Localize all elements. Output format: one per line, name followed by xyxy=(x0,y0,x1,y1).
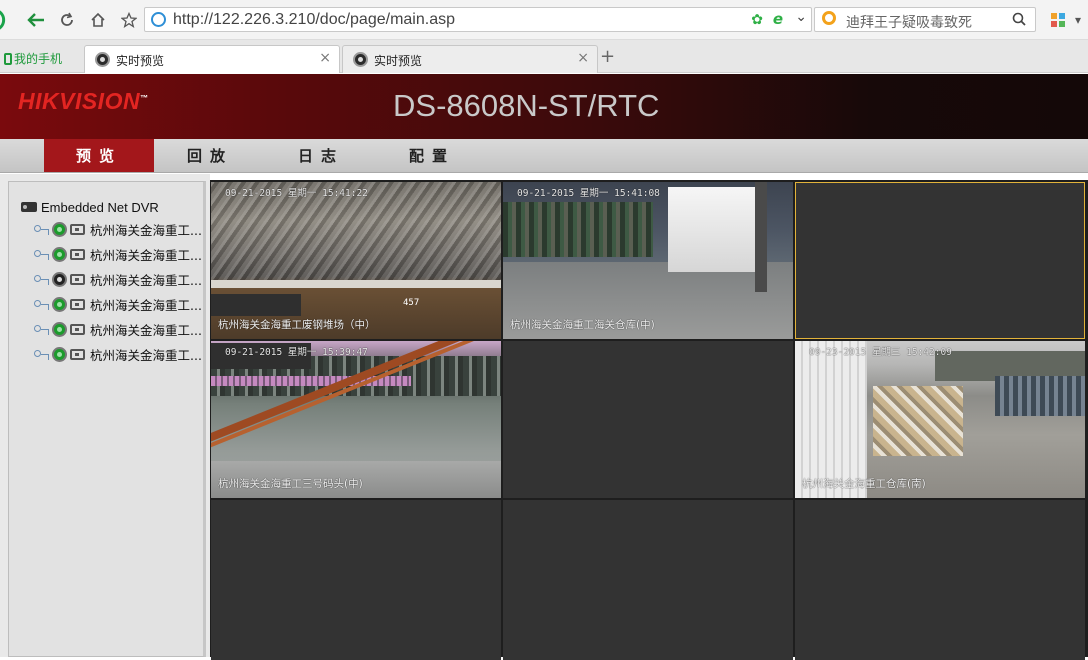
menu-preview[interactable]: 预览 xyxy=(44,139,154,172)
channel-label: 杭州海关金海重工... xyxy=(90,347,202,363)
site-globe-icon xyxy=(151,12,166,27)
search-icon[interactable] xyxy=(1012,11,1026,30)
search-input[interactable]: 迪拜王子疑吸毒致死 xyxy=(846,12,972,32)
channel-item[interactable]: 杭州海关金海重工... xyxy=(33,320,202,338)
tab-label: 实时预览 xyxy=(116,54,165,68)
video-cell-1[interactable]: 09-21-2015 星期一 15:41:22 457 杭州海关金海重工废钢堆场… xyxy=(211,182,501,339)
live-camera-icon[interactable] xyxy=(52,346,67,362)
main-menu: 预览 回放 日志 配置 xyxy=(0,139,1088,173)
osd-camera-name: 杭州海关金海重工海关仓库(中) xyxy=(510,319,655,331)
dropdown-chevron-icon[interactable]: ⌄ xyxy=(795,9,807,25)
bookmark-star-icon[interactable] xyxy=(117,8,141,32)
app-header: HIKVISION™ DS-8608N-ST/RTC xyxy=(0,74,1088,139)
channel-item[interactable]: 杭州海关金海重工... xyxy=(33,220,202,238)
device-tree: Embedded Net DVR 杭州海关金海重工... 杭州海关金海重工...… xyxy=(8,181,206,657)
tab-close-icon[interactable]: × xyxy=(319,50,331,66)
home-icon[interactable] xyxy=(86,8,110,32)
video-cell-3-selected[interactable] xyxy=(795,182,1085,339)
record-icon[interactable] xyxy=(70,248,85,260)
refresh-green-icon[interactable]: ✿ xyxy=(751,12,763,28)
menu-config[interactable]: 配置 xyxy=(377,139,487,172)
osd-camera-name: 杭州海关金海重工废钢堆场（中） xyxy=(218,319,376,331)
channel-label: 杭州海关金海重工... xyxy=(90,247,202,263)
privacy-mask xyxy=(211,294,301,316)
osd-timestamp: 09-21-2015 星期一 15:41:08 xyxy=(517,188,660,199)
connection-icon xyxy=(33,248,49,260)
channel-label: 杭州海关金海重工... xyxy=(90,322,202,338)
channel-item[interactable]: 杭州海关金海重工... xyxy=(33,345,202,363)
connection-icon xyxy=(33,348,49,360)
menu-log[interactable]: 日志 xyxy=(266,139,376,172)
osd-timestamp: 09-23-2015 星期三 15:42:09 xyxy=(809,347,952,358)
tab-live-preview-active[interactable]: 实时预览 × xyxy=(84,45,340,73)
video-cell-9[interactable] xyxy=(795,500,1085,660)
video-cell-5[interactable] xyxy=(503,341,793,498)
browser-toolbar: http://122.226.3.210/doc/page/main.asp ✿… xyxy=(0,0,1088,40)
live-camera-icon[interactable] xyxy=(52,321,67,337)
video-cell-4[interactable]: 09-21-2015 星期一 15:39:47 杭州海关金海重工三号码头(中) xyxy=(211,341,501,498)
osd-camera-name: 杭州海关金海重工仓库(南) xyxy=(802,478,926,490)
tab-bar: 我的手机 实时预览 × 实时预览 × + xyxy=(0,40,1088,73)
video-grid: 09-21-2015 星期一 15:41:22 457 杭州海关金海重工废钢堆场… xyxy=(210,180,1088,660)
channel-item[interactable]: 杭州海关金海重工... xyxy=(33,295,202,313)
idle-camera-icon[interactable] xyxy=(52,271,67,287)
device-model-title: DS-8608N-ST/RTC xyxy=(393,88,660,123)
video-cell-2[interactable]: 09-21-2015 星期一 15:41:08 杭州海关金海重工海关仓库(中) xyxy=(503,182,793,339)
device-panel: Embedded Net DVR 杭州海关金海重工... 杭州海关金海重工...… xyxy=(0,174,210,657)
search-box[interactable]: 迪拜王子疑吸毒致死 xyxy=(814,7,1036,32)
record-icon[interactable] xyxy=(70,348,85,360)
record-icon[interactable] xyxy=(70,298,85,310)
live-camera-icon[interactable] xyxy=(52,246,67,262)
channel-item[interactable]: 杭州海关金海重工... xyxy=(33,245,202,263)
osd-timestamp: 09-21-2015 星期一 15:41:22 xyxy=(225,188,368,199)
video-cell-8[interactable] xyxy=(503,500,793,660)
address-bar[interactable]: http://122.226.3.210/doc/page/main.asp ✿… xyxy=(144,7,812,32)
camera-favicon-icon xyxy=(95,52,110,67)
channel-item[interactable]: 杭州海关金海重工... xyxy=(33,270,202,288)
phone-icon xyxy=(4,53,12,65)
my-phone-link[interactable]: 我的手机 xyxy=(4,50,62,67)
dvr-label: Embedded Net DVR xyxy=(41,199,159,215)
tab-label: 实时预览 xyxy=(374,54,423,68)
record-icon[interactable] xyxy=(70,223,85,235)
camera-favicon-icon xyxy=(353,52,368,67)
live-camera-icon[interactable] xyxy=(52,296,67,312)
tab-live-preview-inactive[interactable]: 实时预览 × xyxy=(342,45,598,73)
compat-mode-icon[interactable]: e xyxy=(773,10,783,28)
osd-timestamp: 09-21-2015 星期一 15:39:47 xyxy=(225,347,368,358)
osd-value: 457 xyxy=(403,298,420,308)
live-camera-icon[interactable] xyxy=(52,221,67,237)
dvr-icon xyxy=(21,202,37,212)
address-url[interactable]: http://122.226.3.210/doc/page/main.asp xyxy=(173,11,455,29)
connection-icon xyxy=(33,273,49,285)
back-arrow-icon[interactable] xyxy=(24,8,48,32)
connection-icon xyxy=(33,298,49,310)
channel-label: 杭州海关金海重工... xyxy=(90,222,202,238)
browser-logo-icon[interactable] xyxy=(0,8,18,32)
record-icon[interactable] xyxy=(70,273,85,285)
video-cell-7[interactable] xyxy=(211,500,501,660)
channel-label: 杭州海关金海重工... xyxy=(90,272,202,288)
osd-camera-name: 杭州海关金海重工三号码头(中) xyxy=(218,478,363,490)
menu-playback[interactable]: 回放 xyxy=(155,139,265,172)
connection-icon xyxy=(33,223,49,235)
menu-chevron-icon[interactable]: ▾ xyxy=(1066,8,1088,32)
my-phone-label: 我的手机 xyxy=(14,52,63,66)
new-tab-button[interactable]: + xyxy=(600,46,615,67)
channel-label: 杭州海关金海重工... xyxy=(90,297,202,313)
reload-icon[interactable] xyxy=(55,8,79,32)
video-cell-6[interactable]: 09-23-2015 星期三 15:42:09 杭州海关金海重工仓库(南) xyxy=(795,341,1085,498)
connection-icon xyxy=(33,323,49,335)
tab-close-icon[interactable]: × xyxy=(577,50,589,66)
brand-label: HIKVISION xyxy=(18,88,141,114)
record-icon[interactable] xyxy=(70,323,85,335)
tree-root-dvr[interactable]: Embedded Net DVR xyxy=(21,199,159,215)
search-engine-icon xyxy=(822,11,836,25)
hikvision-logo: HIKVISION™ xyxy=(18,88,149,114)
